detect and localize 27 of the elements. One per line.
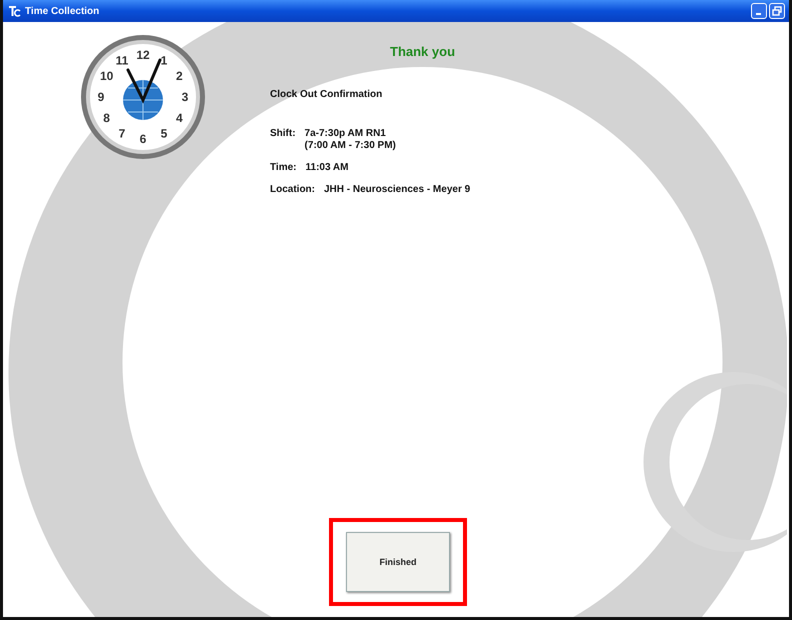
restore-icon: [772, 6, 782, 16]
minimize-button[interactable]: [751, 3, 767, 19]
field-value: 11:03 AM: [306, 162, 348, 174]
finished-button[interactable]: Finished: [346, 532, 450, 592]
field-label: Shift:: [270, 128, 296, 141]
field-value: JHH - Neurosciences - Meyer 9: [324, 184, 470, 196]
confirmation-title: Clock Out Confirmation: [270, 89, 384, 100]
clock-numeral: 3: [182, 90, 188, 104]
clock-numeral: 6: [140, 132, 146, 146]
clock-numeral: 5: [160, 126, 168, 140]
thank-you-heading: Thank you: [390, 44, 456, 59]
clock-numeral: 4: [176, 111, 183, 125]
clock-numeral: 11: [116, 54, 128, 68]
clock-numeral: 10: [100, 69, 114, 83]
clock-numeral: 12: [136, 48, 150, 62]
clock-numeral: 9: [98, 90, 104, 104]
app-icon: [7, 4, 21, 18]
field-label: Time:: [270, 162, 296, 174]
restore-button[interactable]: [769, 3, 785, 19]
window-title: Time Collection: [25, 6, 100, 16]
clock-numeral: 2: [176, 69, 183, 83]
field-label: Location:: [270, 184, 315, 196]
field-value: (7:00 AM - 7:30 PM): [304, 140, 396, 152]
clock-numeral: 7: [118, 126, 126, 140]
clock-numeral: 1: [160, 54, 168, 68]
field-value: 7a-7:30p AM RN1: [304, 128, 387, 140]
clock-numeral: 8: [103, 111, 110, 125]
